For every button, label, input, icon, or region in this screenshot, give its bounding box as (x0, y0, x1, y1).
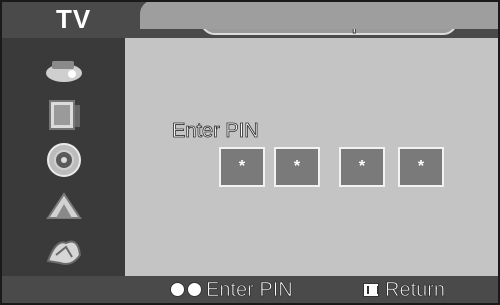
footer-hint-bar (140, 0, 500, 29)
number-button-icon (187, 282, 202, 297)
sound-icon (47, 143, 81, 177)
number-buttons-icon (170, 282, 202, 297)
pin-digit-1[interactable]: * (219, 147, 265, 187)
sidebar-item-sound[interactable] (36, 140, 92, 180)
sidebar-item-picture[interactable] (36, 95, 92, 135)
return-button-icon (363, 283, 379, 297)
return-hint[interactable]: Return (385, 279, 446, 302)
sidebar-item-input[interactable] (36, 50, 92, 90)
setup-icon (46, 240, 82, 265)
pin-digit-4[interactable]: * (398, 147, 444, 187)
pin-digit-3[interactable]: * (339, 147, 385, 187)
tv-osd-screen: TV V-Chip (0, 0, 500, 305)
picture-icon (49, 100, 80, 130)
menu-sidebar (0, 38, 125, 276)
sidebar-item-setup[interactable] (36, 231, 92, 271)
number-button-icon (170, 282, 185, 297)
sidebar-item-channel[interactable] (36, 186, 92, 226)
channel-icon (46, 192, 82, 219)
enter-pin-hint: Enter PIN (206, 279, 294, 302)
input-icon (46, 61, 82, 82)
enter-pin-label: Enter PIN (172, 120, 260, 143)
pin-digit-2[interactable]: * (274, 147, 320, 187)
source-label: TV (56, 4, 92, 34)
